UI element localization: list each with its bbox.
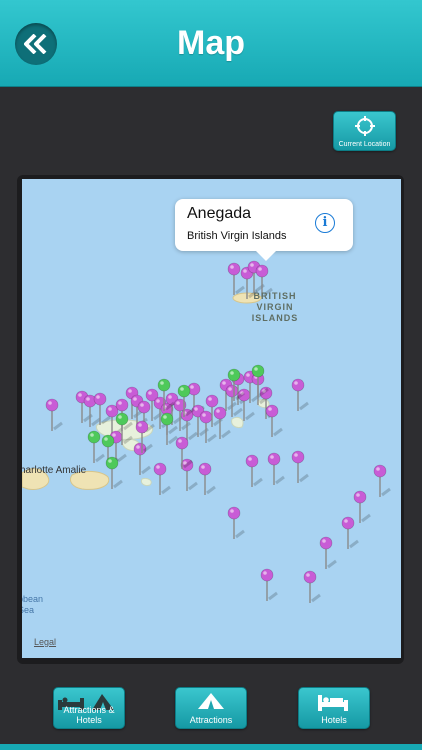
map-pin[interactable] <box>291 378 309 411</box>
map-pin[interactable] <box>87 430 105 463</box>
map-pin[interactable] <box>267 452 285 485</box>
map-pin[interactable] <box>199 410 217 443</box>
current-location-label: Current Location <box>338 141 391 148</box>
map-pins <box>45 260 391 603</box>
map-pin[interactable] <box>303 570 321 603</box>
sea-label: bbeanSea <box>22 594 44 615</box>
map-pin[interactable] <box>341 516 359 549</box>
callout-title: Anegada <box>187 205 252 222</box>
map-pin[interactable] <box>45 398 63 431</box>
map-pin[interactable] <box>260 568 278 601</box>
tab-label: Attractions <box>189 715 233 725</box>
double-chevron-left-icon <box>24 34 47 54</box>
page-title: Map <box>177 24 245 62</box>
tab-attractions[interactable]: Attractions <box>175 687 247 729</box>
bed-icon <box>318 695 348 711</box>
info-icon[interactable]: i <box>315 213 335 233</box>
tab-label: Attractions & Hotels <box>63 705 115 725</box>
map-pin[interactable] <box>245 454 263 487</box>
bottom-strip <box>0 744 422 750</box>
tab-label: Hotels <box>321 715 347 725</box>
map-pin[interactable] <box>227 506 245 539</box>
map-pin[interactable] <box>198 462 216 495</box>
map-pin[interactable] <box>373 464 391 497</box>
map-pin[interactable] <box>353 490 371 523</box>
crosshair-icon <box>355 116 375 136</box>
tab-hotels[interactable]: Hotels <box>298 687 370 729</box>
map-pin[interactable] <box>265 404 283 437</box>
back-button[interactable] <box>15 23 57 65</box>
map-pin[interactable] <box>237 388 255 421</box>
islands-label: BRITISH VIRGIN ISLANDS <box>251 291 299 323</box>
map-pin[interactable] <box>319 536 337 569</box>
map-pin[interactable] <box>291 450 309 483</box>
current-location-button[interactable]: Current Location <box>333 111 396 151</box>
map-pin[interactable] <box>153 462 171 495</box>
header-bar: Map <box>0 0 422 87</box>
callout-subtitle: British Virgin Islands <box>187 230 287 242</box>
map-pin[interactable] <box>105 456 123 489</box>
tent-icon <box>198 693 224 709</box>
map-callout[interactable]: Anegada British Virgin Islands i <box>175 199 353 261</box>
legal-link[interactable]: Legal <box>34 637 56 647</box>
tab-attractions-and-hotels[interactable]: Attractions & Hotels <box>53 687 125 729</box>
town-label: harlotte Amalie <box>22 465 87 476</box>
